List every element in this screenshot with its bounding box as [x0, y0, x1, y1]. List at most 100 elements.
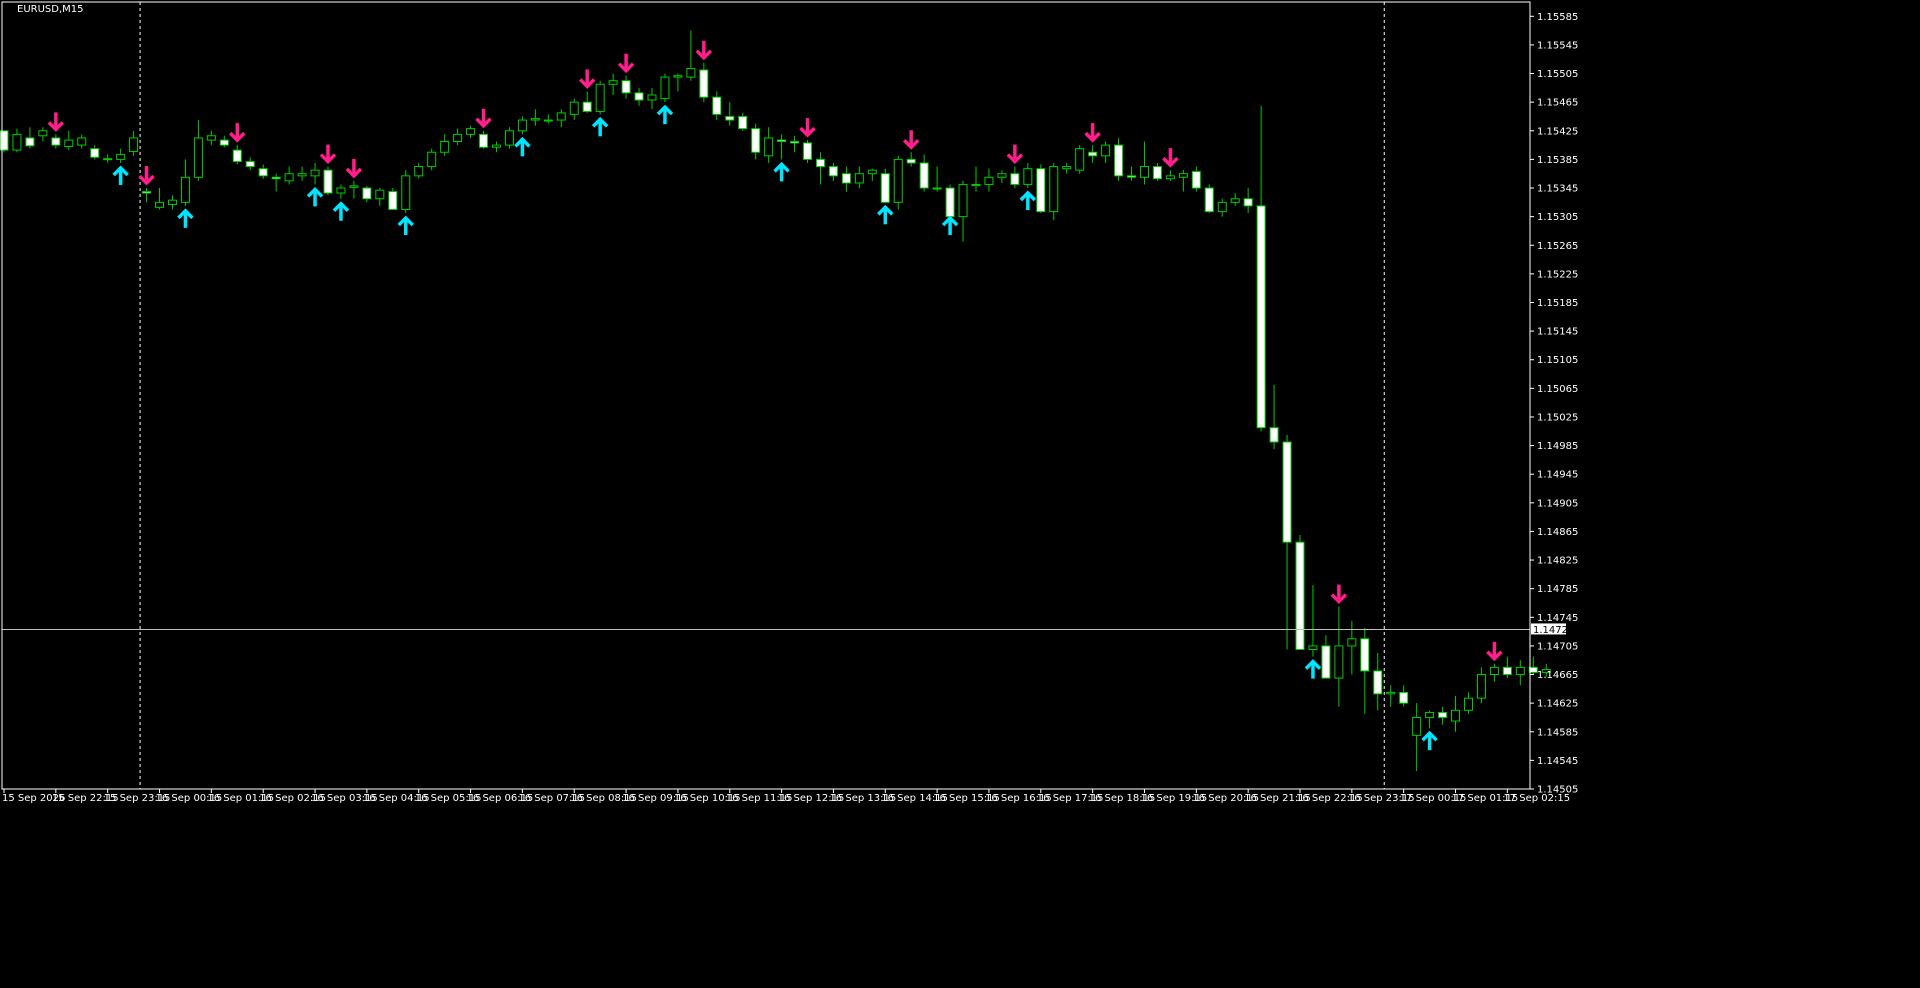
bull-candle-body	[375, 189, 385, 200]
bear-candle-body	[90, 148, 100, 158]
bull-candle-body	[569, 101, 579, 115]
bear-candle-body	[725, 115, 735, 121]
price-tick-label: 1.15225	[1537, 269, 1578, 280]
bear-candle-body	[1282, 441, 1292, 543]
bear-candle-body	[1204, 187, 1214, 213]
bull-candle-body	[427, 151, 437, 168]
bear-candle-body	[699, 69, 709, 98]
bull-candle-body	[1165, 175, 1175, 180]
price-tick-label: 1.15545	[1537, 40, 1578, 51]
bull-candle-body	[1230, 198, 1240, 203]
bear-candle-body	[1256, 205, 1266, 429]
bull-candle-body	[116, 153, 126, 160]
bull-candle-body	[38, 130, 48, 137]
bull-candle-body	[1075, 148, 1085, 171]
candle	[880, 168, 890, 203]
candle	[0, 130, 9, 153]
current-price-label: 1.14728	[1533, 625, 1574, 636]
bear-candle-body	[777, 139, 787, 143]
bear-candle-body	[388, 191, 398, 210]
bear-candle-body	[51, 137, 61, 146]
price-tick-label: 1.14865	[1537, 527, 1578, 538]
bear-candle-body	[479, 133, 489, 148]
candle	[893, 155, 903, 210]
candle	[1295, 535, 1305, 650]
candle	[660, 73, 670, 103]
candle	[803, 140, 813, 163]
price-tick-label: 1.15105	[1537, 355, 1578, 366]
bear-candle-body	[1036, 168, 1046, 213]
bear-candle-body	[1127, 175, 1137, 178]
bull-candle-body	[180, 176, 190, 203]
bull-candle-body	[1217, 201, 1227, 213]
bull-candle-body	[1463, 697, 1473, 711]
bull-candle-body	[1347, 638, 1357, 647]
bear-candle-body	[712, 96, 722, 115]
time-tick-label: 17 Sep 02:15	[1503, 793, 1570, 804]
price-tick-label: 1.15385	[1537, 155, 1578, 166]
candle	[323, 166, 333, 196]
bear-candle-body	[323, 169, 333, 194]
candle	[388, 188, 398, 210]
bear-candle-body	[1269, 427, 1279, 443]
bear-candle-body	[0, 130, 9, 151]
bull-candle-body	[543, 119, 553, 122]
bull-candle-body	[673, 75, 683, 78]
bull-candle-body	[764, 137, 774, 157]
bear-candle-body	[1114, 144, 1124, 177]
candle	[595, 80, 605, 115]
bear-candle-body	[815, 158, 825, 168]
bull-candle-body	[1139, 166, 1149, 178]
bull-candle-body	[595, 83, 605, 112]
price-tick-label: 1.15465	[1537, 98, 1578, 109]
bear-candle-body	[1191, 171, 1201, 189]
bull-candle-body	[984, 176, 994, 185]
bull-candle-body	[491, 144, 501, 148]
bull-candle-body	[206, 135, 216, 141]
bull-candle-body	[401, 175, 411, 210]
bear-candle-body	[738, 115, 748, 130]
bull-candle-body	[336, 187, 346, 194]
price-tick-label: 1.14825	[1537, 556, 1578, 567]
bull-candle-body	[660, 76, 670, 100]
bull-candle-body	[504, 130, 514, 146]
bear-candle-body	[1399, 691, 1409, 704]
bull-candle-body	[854, 173, 864, 184]
chart-background	[0, 0, 1920, 988]
bear-candle-body	[1152, 166, 1162, 180]
bull-candle-body	[958, 183, 968, 218]
current-price-badge: 1.14728	[1531, 623, 1574, 636]
candle	[945, 184, 955, 218]
bull-candle-body	[932, 187, 942, 190]
bull-candle-body	[893, 158, 903, 203]
bear-candle-body	[103, 158, 113, 161]
price-tick-label: 1.15585	[1537, 12, 1578, 23]
bull-candle-body	[297, 173, 307, 177]
bear-candle-body	[1010, 173, 1020, 185]
bull-candle-body	[1489, 666, 1499, 676]
bull-candle-body	[1334, 645, 1344, 679]
price-chart[interactable]: 1.15585 1.15545 1.15505 1.15465 1.15425 1.153…	[0, 0, 1920, 988]
price-tick-label: 1.14905	[1537, 498, 1578, 509]
bull-candle-body	[1062, 166, 1072, 170]
bull-candle-body	[1412, 716, 1422, 736]
bear-candle-body	[841, 173, 851, 184]
bull-candle-body	[466, 128, 476, 135]
price-tick-label: 1.15505	[1537, 69, 1578, 80]
bull-candle-body	[1023, 168, 1033, 185]
bear-candle-body	[1360, 638, 1370, 672]
bull-candle-body	[608, 80, 618, 85]
bear-candle-body	[1295, 541, 1305, 650]
bull-candle-body	[971, 183, 981, 186]
candle	[1204, 184, 1214, 214]
bear-candle-body	[219, 139, 229, 146]
bull-candle-body	[12, 133, 22, 151]
bear-candle-body	[906, 158, 916, 164]
bull-candle-body	[1425, 711, 1435, 718]
bull-candle-body	[997, 173, 1007, 178]
price-tick-label: 1.15265	[1537, 241, 1578, 252]
bull-candle-body	[129, 137, 139, 153]
price-tick-label: 1.15425	[1537, 126, 1578, 137]
price-tick-label: 1.15185	[1537, 298, 1578, 309]
bear-candle-body	[803, 142, 813, 160]
